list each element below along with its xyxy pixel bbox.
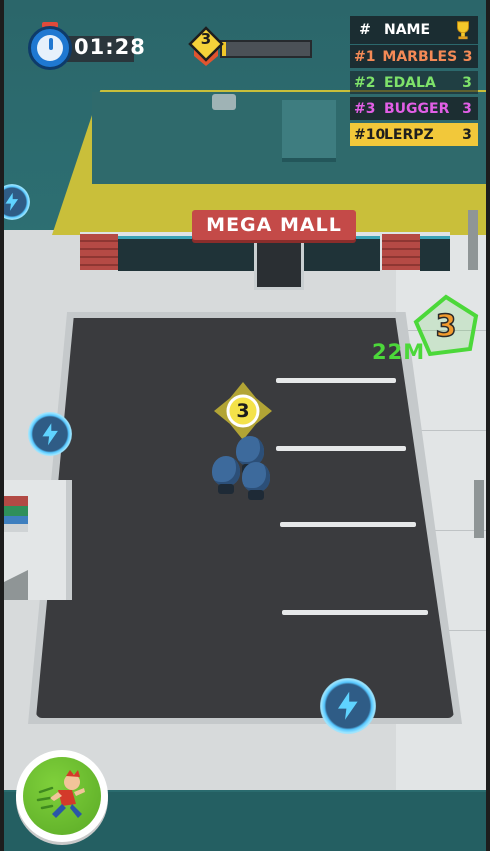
leaderboard-score: 3	[462, 48, 473, 65]
sign-post	[474, 480, 484, 538]
sign-post	[468, 210, 478, 270]
leaderboard-rank: #3	[354, 100, 376, 117]
leaderboard-rank: #1	[354, 48, 376, 65]
energy-orb-icon[interactable]	[320, 678, 376, 734]
energy-orb-icon[interactable]	[0, 184, 30, 220]
leaderboard-row: #1 MARBLES 3	[350, 45, 478, 68]
timer-text: 01:28	[74, 35, 146, 59]
leaderboard-score: 3	[462, 126, 472, 143]
mall-window	[298, 236, 380, 271]
leaderboard-row-player: #10 LERPZ 3	[350, 123, 478, 146]
leaderboard-name: BUGGER	[384, 100, 450, 117]
mall-door	[254, 240, 304, 290]
squad-member-avatar	[212, 456, 240, 494]
parking-stall-line	[276, 378, 396, 383]
leaderboard-name: LERPZ	[384, 126, 434, 143]
mall-window	[118, 236, 184, 271]
book-stack	[4, 496, 28, 532]
level-number: 3	[200, 30, 212, 48]
leaderboard-rank: #10	[354, 126, 386, 143]
match-timer: 01:28	[28, 22, 145, 70]
trophy-icon	[457, 21, 469, 40]
sprinting-runner-icon	[36, 770, 85, 818]
mall-window	[420, 236, 450, 271]
squad-member-avatar	[242, 462, 270, 500]
squad-member-avatar	[236, 436, 264, 474]
leaderboard: # NAME #1 MARBLES 3 #2 EDALA 3 #3 BUGGER…	[350, 8, 478, 146]
squad-count-marker: 3	[212, 380, 274, 442]
leaderboard-name: MARBLES	[382, 48, 458, 65]
leaderboard-row: #3 BUGGER 3	[350, 97, 478, 120]
mall-window	[184, 236, 254, 271]
leaderboard-rank: #2	[354, 74, 376, 91]
parking-stall-line	[282, 610, 428, 615]
brick-pillar	[382, 234, 420, 270]
leaderboard-row: #2 EDALA 3	[350, 71, 478, 94]
parking-stall-line	[280, 522, 416, 527]
leaderboard-name-header: NAME	[384, 22, 431, 38]
leaderboard-header: # NAME	[350, 16, 478, 44]
parking-stall-line	[276, 446, 406, 451]
stopwatch-icon	[28, 26, 72, 70]
leaderboard-score: 3	[462, 100, 472, 117]
game-viewport[interactable]: MEGA MALL 3 3 22M 01:28 3 # NAME #1 MARB…	[0, 0, 490, 851]
roof-vent-icon	[212, 94, 236, 110]
sprint-button[interactable]	[16, 750, 108, 842]
squad-count: 3	[236, 400, 250, 422]
mall-sign: MEGA MALL	[192, 210, 356, 240]
leaderboard-name: EDALA	[384, 74, 436, 91]
level-indicator: 3	[186, 26, 312, 72]
roof-unit	[282, 100, 336, 158]
energy-orb-icon[interactable]	[28, 412, 72, 456]
level-progress-track	[220, 40, 312, 58]
leaderboard-score: 3	[462, 74, 472, 91]
leaderboard-rank-header: #	[359, 22, 371, 38]
rival-distance: 22M	[372, 340, 426, 364]
brick-pillar	[80, 234, 118, 270]
